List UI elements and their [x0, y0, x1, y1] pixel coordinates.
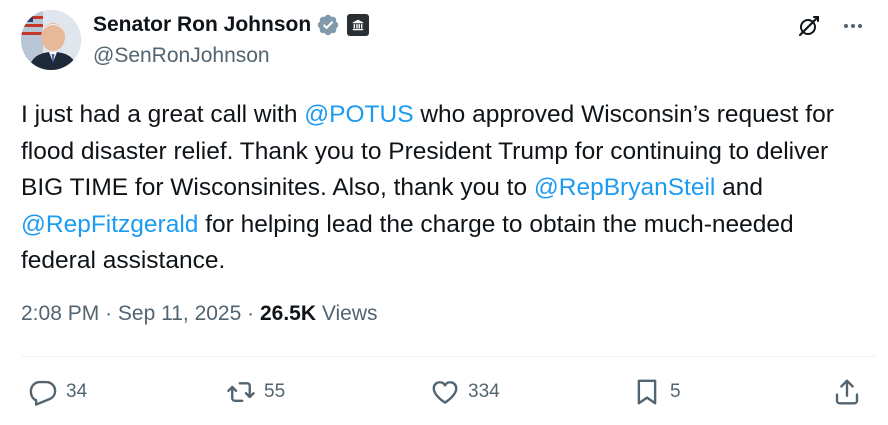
meta-separator: · — [247, 302, 255, 325]
tweet-text-segment: I just had a great call with — [21, 101, 305, 128]
tweet-time[interactable]: 2:08 PM — [21, 302, 99, 325]
author-name[interactable]: Senator Ron Johnson — [93, 13, 311, 37]
bookmark-icon — [637, 379, 657, 405]
meta-separator: · — [105, 302, 113, 325]
author-name-row: Senator Ron Johnson — [93, 11, 370, 39]
avatar[interactable] — [21, 10, 81, 70]
tweet-meta: 2:08 PM · Sep 11, 2025 · 26.5K Views — [21, 302, 378, 326]
tweet-text-segment: and — [715, 174, 764, 201]
mention-potus-link[interactable]: @POTUS — [304, 101, 413, 128]
like-button[interactable]: 334 — [430, 370, 500, 414]
reply-count: 34 — [66, 381, 88, 402]
mention-repbryansteil-link[interactable]: @RepBryanSteil — [534, 174, 715, 201]
divider — [21, 356, 876, 357]
heart-icon — [432, 381, 458, 404]
action-bar: 34 55 334 5 — [0, 370, 888, 414]
bookmark-count: 5 — [670, 381, 681, 402]
avatar-image — [21, 10, 81, 70]
repost-icon — [227, 382, 255, 402]
repost-button[interactable]: 55 — [226, 370, 285, 414]
reply-button[interactable]: 34 — [28, 370, 87, 414]
tweet-text: I just had a great call with @POTUS who … — [21, 97, 861, 280]
share-button[interactable] — [832, 370, 862, 414]
tweet-date[interactable]: Sep 11, 2025 — [118, 302, 241, 325]
repost-count: 55 — [264, 381, 286, 402]
author-handle[interactable]: @SenRonJohnson — [93, 44, 270, 68]
views-count: 26.5K — [259, 302, 317, 325]
like-count: 334 — [468, 381, 500, 402]
reply-icon — [29, 380, 57, 406]
views-label: Views — [321, 302, 378, 325]
share-icon — [835, 379, 859, 405]
bookmark-button[interactable]: 5 — [632, 370, 681, 414]
top-actions — [796, 13, 866, 39]
more-icon[interactable] — [840, 13, 866, 39]
mention-repfitzgerald-link[interactable]: @RepFitzgerald — [21, 211, 198, 238]
verified-badge-icon[interactable] — [316, 13, 340, 37]
government-building-icon[interactable] — [347, 14, 370, 36]
grok-icon[interactable] — [796, 13, 822, 39]
